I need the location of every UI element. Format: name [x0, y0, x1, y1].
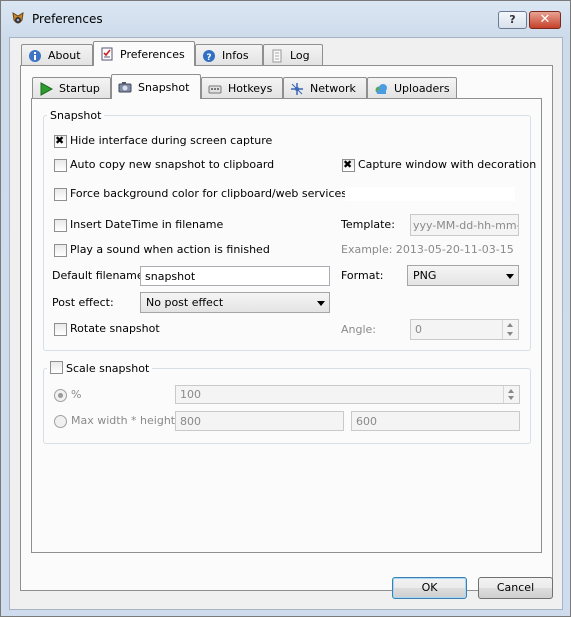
post-effect-select-value: No post effect: [146, 296, 224, 309]
capture-decoration-label: Capture window with decoration: [358, 158, 537, 171]
document-icon: [270, 49, 284, 63]
tab-snapshot[interactable]: Snapshot: [111, 74, 201, 99]
spin-arrows-icon[interactable]: [502, 320, 518, 339]
format-label: Format:: [341, 269, 384, 282]
tab-log-label: Log: [290, 49, 310, 62]
percent-value: 100: [180, 388, 201, 401]
post-effect-label: Post effect:: [52, 296, 114, 309]
percent-label: %: [71, 388, 82, 401]
post-effect-select[interactable]: No post effect: [140, 292, 330, 313]
tab-uploaders-label: Uploaders: [394, 82, 450, 95]
angle-label: Angle:: [341, 323, 377, 336]
chevron-down-icon: [317, 300, 325, 306]
hide-interface-checkbox[interactable]: [54, 134, 67, 148]
tab-preferences-label: Preferences: [120, 47, 185, 61]
preferences-window: Preferences ? ✕ About Preferences ? Info…: [0, 0, 571, 617]
tab-preferences[interactable]: Preferences: [93, 41, 195, 66]
camera-icon: [118, 80, 132, 94]
max-width-field[interactable]: 800: [175, 411, 344, 431]
keyboard-icon: [208, 82, 222, 96]
rotate-label: Rotate snapshot: [70, 322, 160, 335]
cancel-button[interactable]: Cancel: [478, 577, 553, 599]
close-button[interactable]: ✕: [529, 11, 561, 29]
network-icon: [290, 82, 304, 96]
scale-group-title: Scale snapshot: [66, 362, 150, 375]
tab-network-label: Network: [310, 82, 356, 95]
format-select[interactable]: PNG: [407, 265, 519, 286]
tab-hotkeys[interactable]: Hotkeys: [201, 77, 283, 99]
checklist-icon: [100, 47, 114, 61]
help-button[interactable]: ?: [498, 11, 527, 29]
capture-decoration-checkbox[interactable]: [342, 158, 355, 172]
max-size-label: Max width * height: [71, 414, 176, 427]
tab-log[interactable]: Log: [263, 44, 323, 66]
play-icon: [39, 81, 54, 96]
info-icon: [28, 49, 42, 63]
scale-group-header: Scale snapshot: [47, 361, 153, 375]
angle-value: 0: [415, 323, 422, 336]
percent-radio[interactable]: [54, 389, 67, 402]
tab-uploaders[interactable]: Uploaders: [367, 77, 457, 99]
max-height-field[interactable]: 600: [351, 411, 520, 431]
auto-copy-label: Auto copy new snapshot to clipboard: [70, 158, 275, 171]
tab-infos[interactable]: ? Infos: [195, 44, 263, 66]
title-bar[interactable]: Preferences ? ✕: [1, 1, 570, 37]
play-sound-checkbox[interactable]: [54, 244, 67, 257]
force-background-label: Force background color for clipboard/web…: [70, 187, 348, 200]
template-label: Template:: [341, 218, 395, 231]
force-background-checkbox[interactable]: [54, 188, 67, 201]
svg-text:?: ?: [206, 53, 211, 63]
rotate-checkbox[interactable]: [54, 323, 67, 336]
tab-startup[interactable]: Startup: [32, 77, 111, 99]
tab-network[interactable]: Network: [283, 77, 367, 99]
background-color-swatch[interactable]: [345, 187, 515, 201]
scale-group: [43, 368, 531, 444]
play-sound-label: Play a sound when action is finished: [70, 243, 270, 256]
tab-hotkeys-label: Hotkeys: [228, 82, 273, 95]
insert-datetime-label: Insert DateTime in filename: [70, 218, 224, 231]
tab-about-label: About: [48, 49, 81, 62]
scale-checkbox[interactable]: [50, 361, 63, 374]
cloud-icon: [374, 82, 388, 96]
tab-snapshot-label: Snapshot: [138, 80, 190, 94]
tab-about[interactable]: About: [21, 44, 93, 66]
app-logo-icon: [10, 11, 26, 27]
format-select-value: PNG: [413, 269, 437, 282]
auto-copy-checkbox[interactable]: [54, 159, 67, 172]
chevron-down-icon: [506, 273, 514, 279]
example-text: Example: 2013-05-20-11-03-15: [341, 243, 514, 256]
snapshot-group-title: Snapshot: [47, 109, 105, 122]
default-filename-label: Default filename:: [52, 269, 148, 282]
window-title: Preferences: [32, 12, 103, 26]
ok-button[interactable]: OK: [392, 577, 467, 599]
angle-spinbox[interactable]: 0: [410, 319, 519, 340]
max-size-radio[interactable]: [54, 415, 67, 428]
tab-startup-label: Startup: [59, 82, 100, 95]
spin-arrows-icon[interactable]: [503, 386, 519, 403]
percent-spinbox[interactable]: 100: [175, 385, 520, 404]
tab-infos-label: Infos: [222, 49, 249, 62]
template-field[interactable]: yyy-MM-dd-hh-mm-ss: [410, 214, 519, 236]
default-filename-field[interactable]: snapshot: [140, 266, 330, 286]
help-circle-icon: ?: [202, 49, 216, 63]
insert-datetime-checkbox[interactable]: [54, 219, 67, 232]
hide-interface-label: Hide interface during screen capture: [70, 134, 273, 147]
